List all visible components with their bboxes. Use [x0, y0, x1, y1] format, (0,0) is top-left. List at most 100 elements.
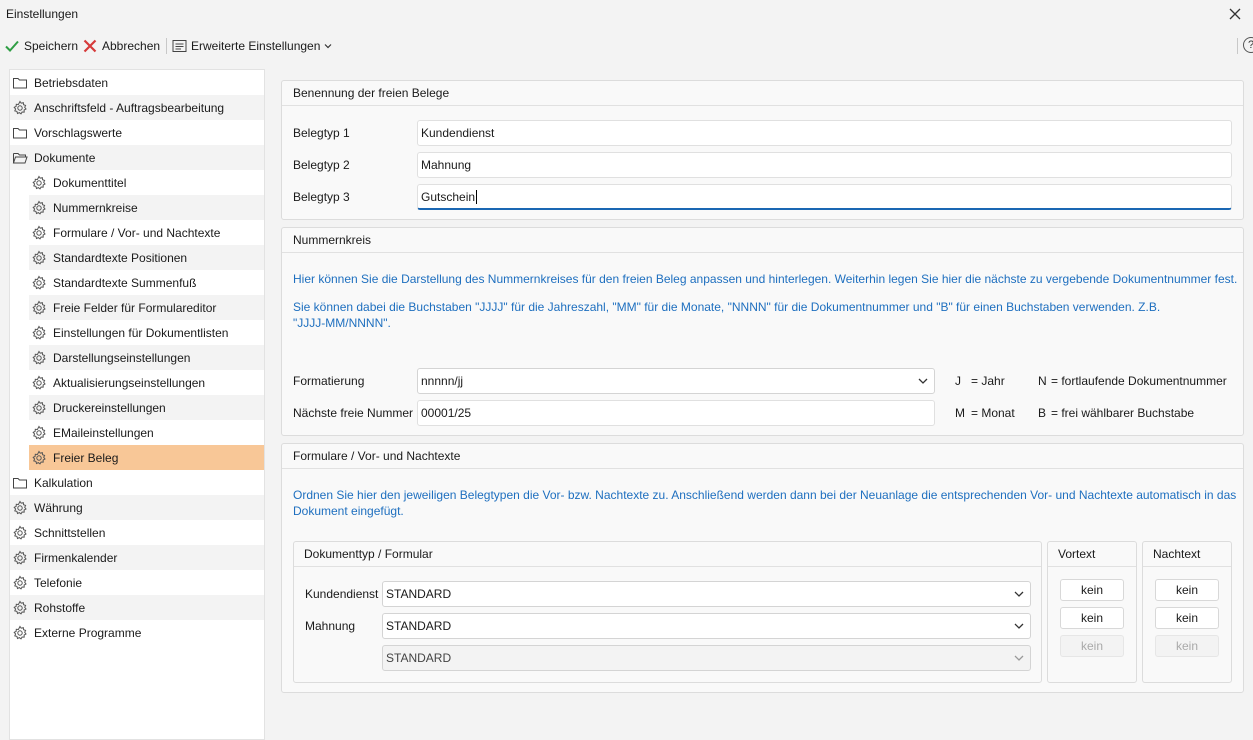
form-row-2-select[interactable]: STANDARD: [382, 613, 1031, 639]
legend-n-text: = fortlaufende Dokumentnummer: [1051, 374, 1227, 388]
sidebar-item-nummernkreise[interactable]: Nummernkreise: [29, 195, 264, 220]
sidebar-item-emaileinstellungen[interactable]: EMaileinstellungen: [29, 420, 264, 445]
window-title: Einstellungen: [6, 7, 79, 21]
sidebar-item-einstellungen-für-dokumentlisten[interactable]: Einstellungen für Dokumentlisten: [29, 320, 264, 345]
sidebar-item-freier-beleg[interactable]: Freier Beleg: [29, 445, 264, 470]
sidebar-item-label: Externe Programme: [34, 625, 142, 640]
legend-b-text: = frei wählbarer Buchstabe: [1051, 406, 1195, 420]
legend-b-key: B: [1038, 406, 1047, 420]
next-number-input[interactable]: 00001/25: [417, 400, 935, 426]
belegtyp-3-label: Belegtyp 3: [293, 190, 350, 204]
settings-tree: Betriebsdaten Anschriftsfeld - Auftragsbe…: [9, 69, 265, 740]
pretext-row-2-button[interactable]: kein: [1060, 607, 1124, 629]
document-type-header: Dokumenttyp / Formular: [294, 542, 1041, 567]
sidebar-item-label: Rohstoffe: [34, 600, 86, 615]
close-icon[interactable]: [1227, 6, 1243, 22]
sidebar-item-externe-programme[interactable]: Externe Programme: [10, 620, 264, 645]
format-select[interactable]: nnnnn/jj: [417, 368, 935, 394]
number-range-info-1: Hier können Sie die Darstellung des Numm…: [293, 272, 1238, 286]
sidebar-item-label: Standardtexte Summenfuß: [53, 275, 197, 290]
sidebar-item-druckereinstellungen[interactable]: Druckereinstellungen: [29, 395, 264, 420]
sidebar-item-betriebsdaten[interactable]: Betriebsdaten: [10, 70, 264, 95]
belegtyp-1-input[interactable]: Kundendienst: [417, 120, 1232, 146]
belegtyp-2-label: Belegtyp 2: [293, 158, 350, 172]
gear-icon: [13, 100, 27, 115]
posttext-row-1-button[interactable]: kein: [1155, 579, 1219, 601]
belegtyp-1-label: Belegtyp 1: [293, 126, 350, 140]
gear-icon: [13, 625, 27, 640]
gear-icon: [13, 525, 27, 540]
form-row-1-value: STANDARD: [386, 587, 452, 601]
gear-icon: [32, 425, 46, 440]
gear-icon: [13, 550, 27, 565]
sidebar-item-label: Betriebsdaten: [34, 75, 109, 90]
advanced-settings-button[interactable]: Erweiterte Einstellungen: [172, 36, 332, 56]
pretext-subpanel: Vortext kein kein kein: [1047, 541, 1137, 683]
sidebar-item-vorschlagswerte[interactable]: Vorschlagswerte: [10, 120, 264, 145]
legend-n-key: N: [1038, 374, 1047, 388]
belegtyp-2-input[interactable]: Mahnung: [417, 152, 1232, 178]
sidebar-item-label: Freier Beleg: [53, 450, 119, 465]
number-range-info-2: Sie können dabei die Buchstaben "JJJJ" f…: [293, 300, 1161, 330]
sidebar-item-label: Firmenkalender: [34, 550, 118, 565]
forms-panel: Formulare / Vor- und Nachtexte Ordnen Si…: [281, 443, 1244, 693]
number-range-header: Nummernkreis: [282, 228, 1243, 253]
sidebar-item-aktualisierungseinstellungen[interactable]: Aktualisierungseinstellungen: [29, 370, 264, 395]
gear-icon: [32, 375, 46, 390]
gear-icon: [32, 325, 46, 340]
gear-icon: [32, 400, 46, 415]
check-icon: [5, 40, 19, 52]
forms-info: Ordnen Sie hier den jeweiligen Belegtype…: [293, 488, 1237, 518]
gear-icon: [13, 600, 27, 615]
save-button[interactable]: Speichern: [4, 36, 78, 56]
sidebar-item-label: Aktualisierungseinstellungen: [53, 375, 206, 390]
sidebar-item-firmenkalender[interactable]: Firmenkalender: [10, 545, 264, 570]
pretext-row-1-button[interactable]: kein: [1060, 579, 1124, 601]
legend-m-key: M: [955, 406, 965, 420]
chevron-down-icon: [1014, 591, 1024, 597]
sidebar-item-telefonie[interactable]: Telefonie: [10, 570, 264, 595]
sidebar-item-label: Druckereinstellungen: [53, 400, 166, 415]
settings-list-icon: [172, 40, 187, 52]
sidebar-item-label: Nummernkreise: [53, 200, 138, 215]
sidebar-item-label: Schnittstellen: [34, 525, 106, 540]
sidebar-item-standardtexte-positionen[interactable]: Standardtexte Positionen: [29, 245, 264, 270]
sidebar-item-label: Formulare / Vor- und Nachtexte: [53, 225, 221, 240]
toolbar-separator: [166, 38, 167, 54]
sidebar-item-standardtexte-summenfuß[interactable]: Standardtexte Summenfuß: [29, 270, 264, 295]
next-number-label: Nächste freie Nummer: [293, 406, 414, 420]
form-row-2-label: Mahnung: [305, 619, 356, 633]
belegtyp-3-input[interactable]: Gutschein: [417, 184, 1232, 210]
sidebar-item-formulare-vor-und-nachtexte[interactable]: Formulare / Vor- und Nachtexte: [29, 220, 264, 245]
sidebar-item-dokumenttitel[interactable]: Dokumenttitel: [29, 170, 264, 195]
sidebar-item-freie-felder-für-formulareditor[interactable]: Freie Felder für Formulareditor: [29, 295, 264, 320]
sidebar-item-label: Dokumente: [34, 150, 96, 165]
sidebar-item-anschriftsfeld-auftragsbearbeitung[interactable]: Anschriftsfeld - Auftragsbearbeitung: [10, 95, 264, 120]
sidebar-item-kalkulation[interactable]: Kalkulation: [10, 470, 264, 495]
gear-icon: [32, 350, 46, 365]
help-icon[interactable]: ?: [1243, 37, 1253, 53]
sidebar-item-darstellungseinstellungen[interactable]: Darstellungseinstellungen: [29, 345, 264, 370]
chevron-down-icon: [1014, 623, 1024, 629]
chevron-down-icon: [324, 44, 332, 49]
cancel-button[interactable]: Abbrechen: [82, 36, 160, 56]
sidebar-item-schnittstellen[interactable]: Schnittstellen: [10, 520, 264, 545]
gear-icon: [32, 200, 46, 215]
naming-panel-header: Benennung der freien Belege: [282, 81, 1243, 106]
gear-icon: [32, 175, 46, 190]
sidebar-item-label: Dokumenttitel: [53, 175, 127, 190]
sidebar-item-dokumente[interactable]: Dokumente: [10, 145, 264, 170]
form-row-3-select: STANDARD: [382, 645, 1031, 671]
save-label: Speichern: [24, 39, 79, 53]
sidebar-item-label: Anschriftsfeld - Auftragsbearbeitung: [34, 100, 225, 115]
naming-panel: Benennung der freien Belege Belegtyp 1 K…: [281, 80, 1244, 220]
posttext-header: Nachtext: [1143, 542, 1231, 567]
form-row-1-select[interactable]: STANDARD: [382, 581, 1031, 607]
pretext-header: Vortext: [1048, 542, 1136, 567]
chevron-down-icon: [918, 378, 928, 384]
sidebar-item-label: Darstellungseinstellungen: [53, 350, 191, 365]
posttext-row-2-button[interactable]: kein: [1155, 607, 1219, 629]
sidebar-item-rohstoffe[interactable]: Rohstoffe: [10, 595, 264, 620]
toolbar-separator: [1237, 38, 1238, 54]
sidebar-item-währung[interactable]: Währung: [10, 495, 264, 520]
